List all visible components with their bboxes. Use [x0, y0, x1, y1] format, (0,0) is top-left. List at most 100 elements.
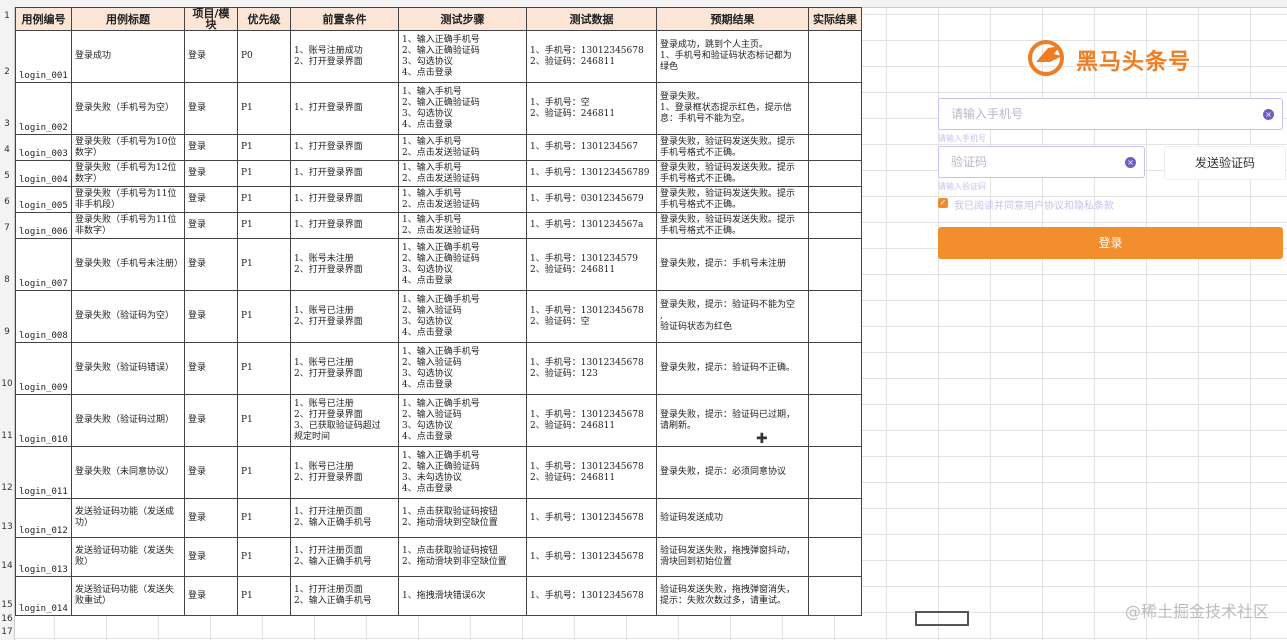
cell-expected[interactable]: 登录失败，验证码发送失败。提示 手机号格式不正确。 — [656, 160, 809, 187]
cell-title[interactable]: 登录失败（手机号为12位数字） — [71, 160, 185, 187]
cell-title[interactable]: 登录成功 — [71, 30, 185, 83]
cell-id[interactable]: login_011 — [15, 446, 72, 499]
cell-pre[interactable]: 1、账号未注册 2、打开登录界面 — [290, 238, 399, 291]
cell-actual[interactable] — [808, 212, 862, 239]
cell-pre[interactable]: 1、打开注册页面 2、输入正确手机号 — [290, 576, 399, 616]
cell-data[interactable]: 1、手机号：13012345678 2、验证码：246811 — [526, 30, 657, 83]
cell-priority[interactable]: P1 — [237, 82, 291, 135]
cell-expected[interactable]: 验证码发送成功 — [656, 498, 809, 538]
cell-actual[interactable] — [808, 342, 862, 395]
cell-steps[interactable]: 1、输入手机号 2、点击发送验证码 — [398, 134, 527, 161]
row-number[interactable]: 15 — [0, 600, 14, 610]
cell-pre[interactable]: 1、账号已注册 2、打开登录界面 — [290, 342, 399, 395]
cell-title[interactable]: 发送验证码功能（发送成功） — [71, 498, 185, 538]
row-number[interactable]: 13 — [0, 522, 14, 532]
row-number[interactable]: 7 — [0, 223, 14, 233]
cell-expected[interactable]: 登录失败，提示：验证码不正确。 — [656, 342, 809, 395]
cell-expected[interactable]: 登录成功，跳到个人主页。 1、手机号和验证码状态标记都为 绿色 — [656, 30, 809, 83]
cell-expected[interactable]: 登录失败，验证码发送失败。提示 手机号格式不正确。 — [656, 186, 809, 213]
cell-data[interactable]: 1、手机号：1301234567a — [526, 212, 657, 239]
cell-pre[interactable]: 1、账号已注册 2、打开登录界面 3、已获取验证码超过 规定时间 — [290, 394, 399, 447]
cell-title[interactable]: 登录失败（未同意协议） — [71, 446, 185, 499]
cell-id[interactable]: login_005 — [15, 186, 72, 213]
cell-pre[interactable]: 1、打开登录界面 — [290, 186, 399, 213]
cell-id[interactable]: login_010 — [15, 394, 72, 447]
cell-module[interactable]: 登录 — [184, 134, 238, 161]
row-number[interactable]: 10 — [0, 379, 14, 389]
row-number[interactable]: 5 — [0, 171, 14, 181]
cell-steps[interactable]: 1、输入正确手机号 2、输入正确验证码 3、勾选协议 4、点击登录 — [398, 30, 527, 83]
cell-id[interactable]: login_008 — [15, 290, 72, 343]
cell-priority[interactable]: P1 — [237, 160, 291, 187]
cell-steps[interactable]: 1、输入手机号 2、输入正确验证码 3、勾选协议 4、点击登录 — [398, 82, 527, 135]
cell-title[interactable]: 登录失败（验证码过期） — [71, 394, 185, 447]
cell-module[interactable]: 登录 — [184, 498, 238, 538]
cell-steps[interactable]: 1、点击获取验证码按钮 2、拖动滑块到空缺位置 — [398, 498, 527, 538]
cell-module[interactable]: 登录 — [184, 290, 238, 343]
cell-steps[interactable]: 1、拖拽滑块错误6次 — [398, 576, 527, 616]
cell-title[interactable]: 登录失败（手机号为空） — [71, 82, 185, 135]
cell-data[interactable]: 1、手机号：13012345678 — [526, 537, 657, 577]
cell-actual[interactable] — [808, 160, 862, 187]
phone-input[interactable]: 请输入手机号 × — [938, 98, 1283, 130]
cell-id[interactable]: login_003 — [15, 134, 72, 161]
cell-expected[interactable]: 验证码发送失败，拖拽弹窗消失， 提示：失败次数过多，请重试。 — [656, 576, 809, 616]
cell-module[interactable]: 登录 — [184, 238, 238, 291]
code-input[interactable]: 验证码 × — [938, 146, 1145, 178]
cell-id[interactable]: login_006 — [15, 212, 72, 239]
cell-title[interactable]: 发送验证码功能（发送失败） — [71, 537, 185, 577]
cell-expected[interactable]: 登录失败，验证码发送失败。提示 手机号格式不正确。 — [656, 134, 809, 161]
cell-data[interactable]: 1、手机号：03012345679 — [526, 186, 657, 213]
cell-data[interactable]: 1、手机号：13012345678 — [526, 576, 657, 616]
cell-module[interactable]: 登录 — [184, 446, 238, 499]
cell-priority[interactable]: P1 — [237, 342, 291, 395]
cell-pre[interactable]: 1、账号注册成功 2、打开登录界面 — [290, 30, 399, 83]
cell-pre[interactable]: 1、账号已注册 2、打开登录界面 — [290, 446, 399, 499]
cell-actual[interactable] — [808, 186, 862, 213]
cell-data[interactable]: 1、手机号：13012345678 — [526, 498, 657, 538]
cell-module[interactable]: 登录 — [184, 212, 238, 239]
cell-title[interactable]: 登录失败（验证码为空） — [71, 290, 185, 343]
cell-priority[interactable]: P1 — [237, 134, 291, 161]
cell-data[interactable]: 1、手机号：13012345678 2、验证码：246811 — [526, 394, 657, 447]
cell-steps[interactable]: 1、输入手机号 2、点击发送验证码 — [398, 212, 527, 239]
cell-steps[interactable]: 1、输入正确手机号 2、输入正确验证码 3、未勾选协议 4、点击登录 — [398, 446, 527, 499]
cell-priority[interactable]: P1 — [237, 537, 291, 577]
cell-data[interactable]: 1、手机号：空 2、验证码：246811 — [526, 82, 657, 135]
cell-actual[interactable] — [808, 394, 862, 447]
cell-id[interactable]: login_009 — [15, 342, 72, 395]
cell-title[interactable]: 登录失败（手机号为11位非数字） — [71, 212, 185, 239]
cell-actual[interactable] — [808, 290, 862, 343]
cell-module[interactable]: 登录 — [184, 82, 238, 135]
cell-data[interactable]: 1、手机号：1301234567 — [526, 134, 657, 161]
cell-expected[interactable]: 登录失败，提示：验证码不能为空, 验证码状态为红色 — [656, 290, 809, 343]
cell-title[interactable]: 登录失败（手机号为10位数字） — [71, 134, 185, 161]
row-number[interactable]: 14 — [0, 561, 14, 571]
cell-module[interactable]: 登录 — [184, 576, 238, 616]
selected-cell[interactable] — [915, 611, 969, 626]
cell-module[interactable]: 登录 — [184, 342, 238, 395]
clear-code-icon[interactable]: × — [1125, 157, 1136, 168]
cell-priority[interactable]: P1 — [237, 446, 291, 499]
cell-title[interactable]: 登录失败（验证码错误） — [71, 342, 185, 395]
cell-id[interactable]: login_001 — [15, 30, 72, 83]
cell-expected[interactable]: 登录失败。 1、登录框状态提示红色，提示信 息：手机号不能为空。 — [656, 82, 809, 135]
clear-phone-icon[interactable]: × — [1263, 109, 1274, 120]
cell-title[interactable]: 登录失败（手机号为11位非手机段） — [71, 186, 185, 213]
cell-steps[interactable]: 1、输入正确手机号 2、输入验证码 3、勾选协议 4、点击登录 — [398, 342, 527, 395]
cell-id[interactable]: login_013 — [15, 537, 72, 577]
row-number[interactable]: 2 — [0, 67, 14, 77]
send-code-button[interactable]: 发送验证码 — [1164, 146, 1286, 180]
cell-id[interactable]: login_004 — [15, 160, 72, 187]
cell-actual[interactable] — [808, 537, 862, 577]
row-number[interactable]: 1 — [0, 11, 14, 21]
cell-priority[interactable]: P1 — [237, 498, 291, 538]
cell-expected[interactable]: 登录失败，提示：必须同意协议 — [656, 446, 809, 499]
cell-steps[interactable]: 1、输入正确手机号 2、输入验证码 3、勾选协议 4、点击登录 — [398, 290, 527, 343]
row-number[interactable]: 12 — [0, 483, 14, 493]
cell-expected[interactable]: 登录失败，验证码发送失败。提示 手机号格式不正确。 — [656, 212, 809, 239]
row-number[interactable]: 3 — [0, 119, 14, 129]
cell-pre[interactable]: 1、打开注册页面 2、输入正确手机号 — [290, 537, 399, 577]
cell-priority[interactable]: P1 — [237, 576, 291, 616]
cell-priority[interactable]: P0 — [237, 30, 291, 83]
